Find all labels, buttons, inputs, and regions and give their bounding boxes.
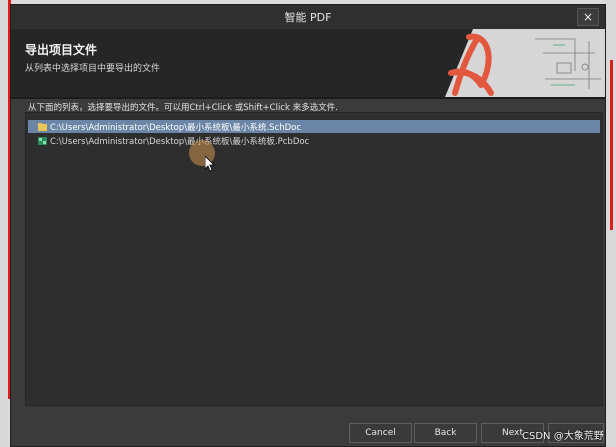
smart-pdf-dialog: 智能 PDF × 导出项目文件 从列表中选择项目中要导出的文件 从下面的列表，选… [10, 4, 606, 447]
cancel-button[interactable]: Cancel [349, 423, 412, 443]
back-button[interactable]: Back [414, 423, 477, 443]
title-bar: 智能 PDF × [11, 5, 605, 29]
schematic-doc-icon [38, 122, 47, 131]
page-subtitle: 从列表中选择项目中要导出的文件 [25, 64, 161, 74]
file-path: C:\Users\Administrator\Desktop\最小系统板\最小系… [50, 136, 310, 147]
close-icon: × [582, 10, 594, 24]
dialog-title: 智能 PDF [284, 11, 332, 24]
background-red-line-right [610, 60, 613, 230]
watermark: CSDN @大象荒野 [522, 431, 604, 442]
list-item-pcbdoc[interactable]: C:\Users\Administrator\Desktop\最小系统板\最小系… [28, 134, 600, 147]
page-title: 导出项目文件 [25, 43, 98, 57]
pdf-logo-banner [425, 29, 605, 97]
pcb-doc-icon [38, 136, 47, 145]
file-path: C:\Users\Administrator\Desktop\最小系统板\最小系… [50, 122, 301, 133]
header-divider [11, 97, 605, 99]
close-button[interactable]: × [577, 8, 599, 26]
file-list[interactable]: C:\Users\Administrator\Desktop\最小系统板\最小系… [25, 112, 603, 406]
mouse-cursor-icon [205, 156, 215, 172]
list-item-schdoc[interactable]: C:\Users\Administrator\Desktop\最小系统板\最小系… [28, 120, 600, 133]
pdf-logo-icon [425, 29, 605, 97]
wizard-header: 导出项目文件 从列表中选择项目中要导出的文件 [11, 29, 605, 97]
background-window [0, 0, 8, 447]
